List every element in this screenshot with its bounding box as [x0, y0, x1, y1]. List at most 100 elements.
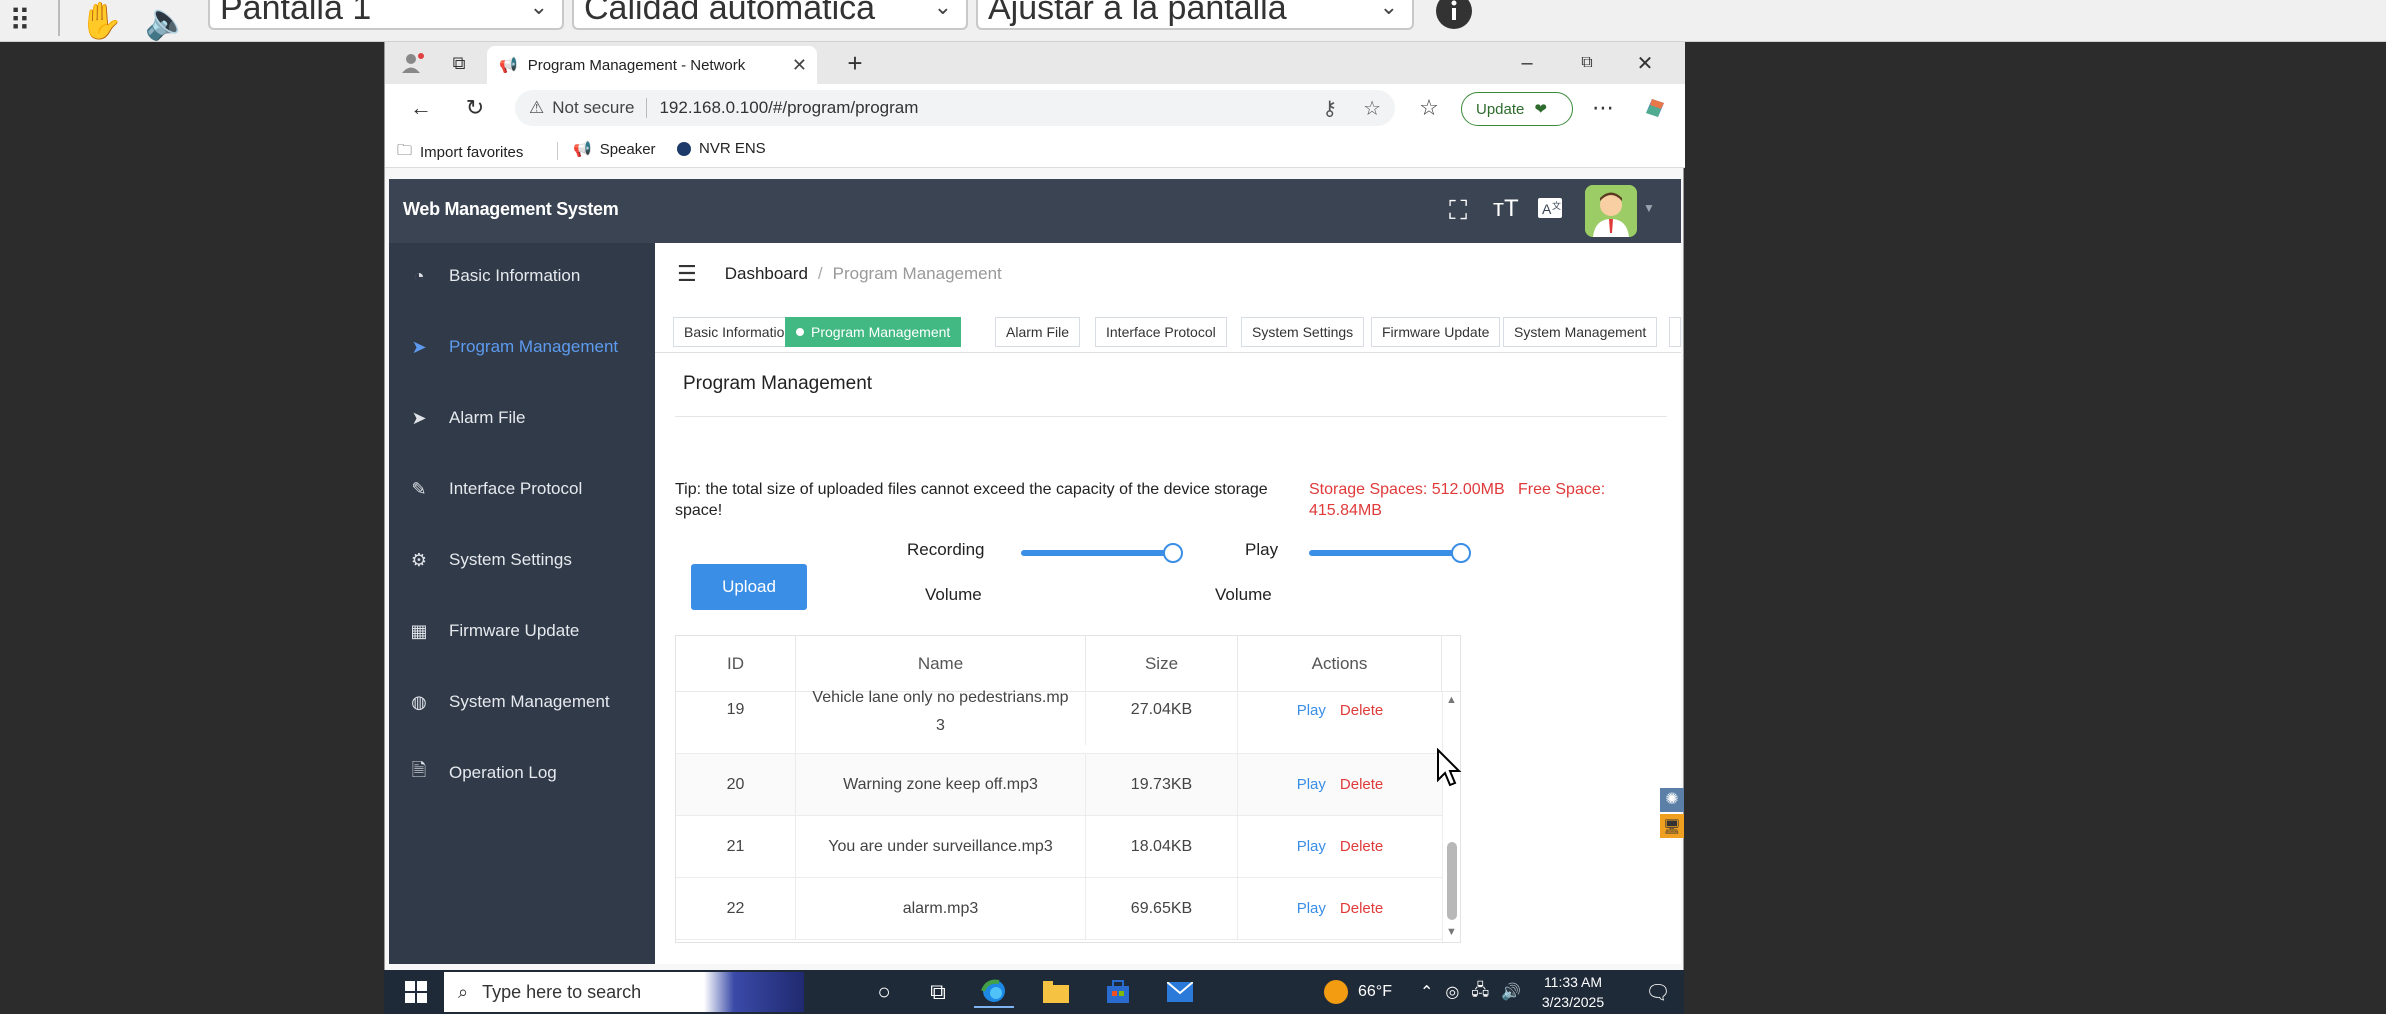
quality-select[interactable]: Calidad automática ⌄	[572, 0, 968, 30]
sidebar-item-system-settings[interactable]: ⚙ System Settings	[389, 535, 655, 585]
play-button[interactable]: Play	[1297, 771, 1326, 799]
tab-actions-icon[interactable]: ⧉	[441, 45, 477, 81]
favorites-icon[interactable]: ☆	[1411, 90, 1447, 126]
pointer-icon[interactable]: ✋	[76, 0, 126, 42]
tag-overflow[interactable]	[1669, 317, 1681, 347]
tag-system-management[interactable]: System Management	[1503, 317, 1658, 347]
settings-widget-icon[interactable]: ✺	[1660, 788, 1684, 812]
fit-select[interactable]: Ajustar a la pantalla ⌄	[976, 0, 1414, 30]
sidebar-item-system-management[interactable]: ◍ System Management	[389, 677, 655, 727]
fav-nvr[interactable]: NVR ENS	[677, 140, 766, 157]
breadcrumb-separator: /	[817, 264, 823, 283]
play-button[interactable]: Play	[1297, 697, 1326, 725]
breadcrumb-home[interactable]: Dashboard	[725, 264, 808, 284]
dashboard-icon: ◔	[413, 265, 425, 286]
play-volume-knob[interactable]	[1451, 543, 1471, 563]
meet-now-icon[interactable]: ◎	[1445, 982, 1459, 1002]
recording-volume-slider[interactable]	[1021, 550, 1181, 556]
notification-icon[interactable]: 🗨	[1638, 976, 1678, 1008]
taskbar-search-input[interactable]: ⌕ Type here to search	[444, 972, 804, 1012]
sidebar-item-interface-protocol[interactable]: ✎ Interface Protocol	[389, 464, 655, 514]
sidebar: ◔ Basic Information ➤ Program Management…	[389, 243, 655, 964]
minimize-button[interactable]: –	[1497, 42, 1557, 84]
tag-basic-information[interactable]: Basic Information	[673, 317, 804, 347]
folder-icon: 🗀	[397, 142, 413, 159]
fullscreen-icon[interactable]: ⛶	[1449, 195, 1467, 227]
gear-icon: ⚙	[410, 549, 428, 570]
browser-tab[interactable]: 📢 Program Management - Network ✕	[487, 46, 817, 84]
scroll-down-icon[interactable]: ▼	[1446, 926, 1457, 938]
password-key-icon[interactable]: ⚷	[1322, 96, 1337, 121]
play-button[interactable]: Play	[1297, 833, 1326, 861]
not-secure-label[interactable]: Not secure	[552, 98, 634, 118]
font-size-icon[interactable]: тT	[1493, 195, 1519, 223]
sidebar-item-label: Program Management	[449, 337, 619, 356]
speaker-icon[interactable]: 🔈	[142, 0, 192, 42]
windows-start-icon[interactable]	[396, 976, 436, 1008]
tag-alarm-file[interactable]: Alarm File	[995, 317, 1081, 347]
tag-system-settings[interactable]: System Settings	[1241, 317, 1365, 347]
tag-interface-protocol[interactable]: Interface Protocol	[1095, 317, 1227, 347]
back-button[interactable]: ←	[403, 90, 439, 126]
new-tab-button[interactable]: +	[825, 42, 885, 84]
fav-speaker[interactable]: 📢 Speaker	[573, 140, 656, 159]
grid-dots-icon[interactable]: ⠿	[0, 0, 40, 42]
sidebar-item-alarm-file[interactable]: ➤ Alarm File	[389, 393, 655, 443]
copilot-icon[interactable]	[1637, 90, 1673, 126]
sidebar-item-label: System Management	[449, 692, 610, 711]
delete-button[interactable]: Delete	[1340, 833, 1383, 861]
upload-button[interactable]: Upload	[691, 564, 807, 610]
avatar-caret-icon[interactable]: ▼	[1643, 201, 1655, 215]
table-row: 21 You are under surveillance.mp3 18.04K…	[676, 816, 1442, 878]
translate-icon[interactable]: A文	[1537, 195, 1563, 228]
hamburger-icon[interactable]: ☰	[677, 261, 697, 287]
monitor-widget-icon[interactable]: 🖥	[1660, 814, 1684, 838]
weather-widget[interactable]: 66°F	[1324, 970, 1392, 1014]
network-icon[interactable]: 🖧	[1471, 979, 1489, 1006]
store-icon[interactable]	[1098, 976, 1138, 1008]
play-volume-label-2: Volume	[1215, 585, 1272, 604]
profile-icon[interactable]	[395, 45, 431, 81]
url-input[interactable]: ⚠ Not secure 192.168.0.100/#/program/pro…	[515, 90, 1395, 126]
document-edit-icon: ✎	[411, 478, 427, 499]
recording-volume-knob[interactable]	[1163, 543, 1183, 563]
refresh-button[interactable]: ↻	[457, 90, 493, 126]
avatar[interactable]	[1585, 185, 1637, 237]
task-view-icon[interactable]: ⧉	[918, 976, 958, 1008]
column-header-id: ID	[676, 636, 796, 692]
edge-icon[interactable]	[974, 976, 1014, 1008]
update-button[interactable]: Update ❤	[1461, 92, 1573, 126]
delete-button[interactable]: Delete	[1340, 895, 1383, 923]
play-volume-slider[interactable]	[1309, 550, 1469, 556]
play-volume-label: Play	[1245, 540, 1279, 559]
tag-firmware-update[interactable]: Firmware Update	[1371, 317, 1501, 347]
delete-button[interactable]: Delete	[1340, 771, 1383, 799]
scroll-up-icon[interactable]: ▲	[1446, 694, 1457, 706]
file-explorer-icon[interactable]	[1036, 976, 1076, 1008]
mail-icon[interactable]	[1160, 976, 1200, 1008]
sidebar-item-operation-log[interactable]: 🗎 Operation Log	[389, 748, 655, 798]
table-scrollbar[interactable]: ▲ ▼	[1442, 692, 1460, 942]
cell-size: 19.73KB	[1086, 754, 1238, 815]
tray-chevron-icon[interactable]: ⌃	[1420, 982, 1433, 1002]
info-icon[interactable]	[1432, 0, 1476, 32]
more-menu-icon[interactable]: ⋯	[1585, 90, 1621, 126]
tag-program-management[interactable]: Program Management	[785, 317, 962, 347]
close-window-button[interactable]: ✕	[1615, 42, 1675, 84]
taskbar-clock[interactable]: 11:33 AM 3/23/2025	[1536, 972, 1610, 1012]
volume-icon[interactable]: 🔊	[1501, 982, 1521, 1002]
play-button[interactable]: Play	[1297, 895, 1326, 923]
fav-import[interactable]: 🗀 Import favorites	[397, 140, 523, 165]
mouse-cursor-icon	[1437, 748, 1462, 787]
star-icon[interactable]: ☆	[1363, 96, 1381, 121]
sidebar-item-program-management[interactable]: ➤ Program Management	[389, 322, 655, 372]
scrollbar-thumb[interactable]	[1447, 842, 1457, 920]
close-tab-icon[interactable]: ✕	[792, 55, 807, 76]
cortana-icon[interactable]: ○	[864, 976, 904, 1008]
restore-button[interactable]: ⧉	[1557, 42, 1617, 84]
screen-select[interactable]: Pantalla 1 ⌄	[208, 0, 564, 30]
sidebar-item-basic-information[interactable]: ◔ Basic Information	[389, 251, 655, 301]
delete-button[interactable]: Delete	[1340, 697, 1383, 725]
sidebar-item-firmware-update[interactable]: ▦ Firmware Update	[389, 606, 655, 656]
sidebar-item-label: Operation Log	[449, 763, 557, 782]
